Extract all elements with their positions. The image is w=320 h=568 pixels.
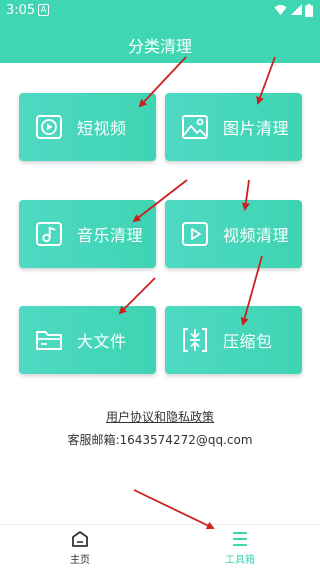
image-icon	[182, 115, 208, 139]
folder-icon	[36, 331, 62, 350]
customer-service-email: 客服邮箱:1643574272@qq.com	[67, 433, 253, 447]
header-bar: 3:05 A 分类清理	[0, 0, 320, 63]
wifi-icon	[274, 5, 287, 15]
short-video-card[interactable]: 短视频	[19, 93, 156, 161]
annotation-arrows	[118, 56, 276, 530]
status-bar: 3:05 A	[0, 0, 320, 22]
video-play-icon	[182, 222, 208, 246]
nav-toolbox-label: 工具箱	[225, 555, 255, 566]
card-label: 视频清理	[223, 226, 290, 245]
card-label: 图片清理	[223, 119, 290, 138]
large-file-card[interactable]: 大文件	[19, 306, 156, 374]
notification-a-icon: A	[38, 4, 49, 16]
nav-home[interactable]: 主页	[40, 529, 120, 566]
annotation-arrow	[133, 489, 215, 530]
status-time: 3:05	[6, 3, 36, 18]
image-clean-card[interactable]: 图片清理	[165, 93, 302, 161]
card-label: 压缩包	[223, 332, 273, 351]
card-label: 大文件	[77, 332, 127, 351]
page-title: 分类清理	[127, 37, 192, 56]
card-label: 音乐清理	[77, 226, 144, 245]
signal-icon	[291, 4, 302, 15]
bottom-navbar: 主页 工具箱	[0, 524, 320, 568]
nav-home-label: 主页	[70, 555, 90, 566]
card-label: 短视频	[77, 119, 127, 138]
compress-icon	[183, 328, 207, 352]
video-clean-card[interactable]: 视频清理	[165, 200, 302, 268]
home-icon	[72, 531, 88, 547]
compressed-package-card[interactable]: 压缩包	[165, 306, 302, 374]
toolbox-list-icon	[233, 532, 247, 546]
music-clean-card[interactable]: 音乐清理	[19, 200, 156, 268]
play-video-icon	[36, 115, 62, 139]
privacy-agreement-link[interactable]: 用户协议和隐私政策	[0, 408, 320, 425]
nav-toolbox[interactable]: 工具箱	[200, 529, 280, 566]
battery-icon	[305, 4, 313, 17]
music-note-icon	[36, 222, 62, 246]
